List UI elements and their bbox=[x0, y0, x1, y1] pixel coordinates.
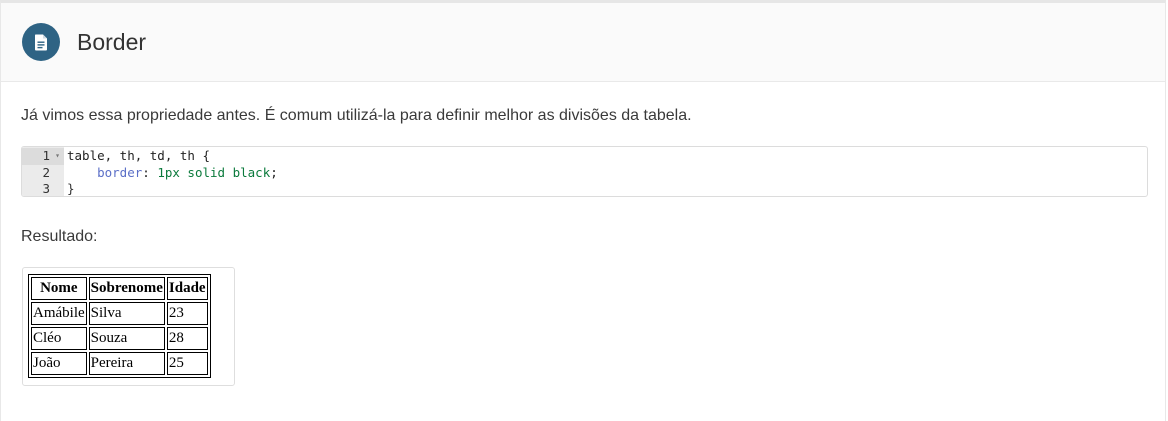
table-cell: 28 bbox=[166, 327, 208, 350]
code-line: table, th, td, th { bbox=[67, 148, 210, 163]
table-cell: João bbox=[31, 352, 87, 375]
section-header: Border bbox=[1, 3, 1165, 82]
table-header-cell: Idade bbox=[166, 277, 208, 300]
result-table: Nome Sobrenome Idade Amábile Silva 23 Cl… bbox=[28, 274, 211, 378]
code-line: } bbox=[67, 181, 75, 196]
code-lines[interactable]: table, th, td, th { border: 1px solid bl… bbox=[64, 147, 1147, 196]
table-cell: Souza bbox=[88, 327, 165, 350]
table-cell: Cléo bbox=[31, 327, 87, 350]
line-number: 2 bbox=[42, 164, 50, 180]
line-number: 3 bbox=[42, 181, 50, 196]
table-cell: 23 bbox=[166, 302, 208, 325]
table-cell: Pereira bbox=[88, 352, 165, 375]
line-number: 1 ▾ bbox=[22, 148, 64, 165]
page-frame: Border Já vimos essa propriedade antes. … bbox=[0, 0, 1166, 421]
table-header-row: Nome Sobrenome Idade bbox=[31, 277, 208, 300]
code-line: border: 1px solid black; bbox=[97, 164, 278, 180]
table-row: João Pereira 25 bbox=[31, 352, 208, 375]
table-header-cell: Sobrenome bbox=[88, 277, 165, 300]
intro-text: Já vimos essa propriedade antes. É comum… bbox=[21, 107, 692, 124]
table-row: Cléo Souza 28 bbox=[31, 327, 208, 350]
document-icon bbox=[22, 23, 60, 61]
code-editor[interactable]: 1 ▾ 2 3 table, th, td, th { border: 1px s… bbox=[21, 146, 1148, 197]
table-cell: Amábile bbox=[31, 302, 87, 325]
table-row: Amábile Silva 23 bbox=[31, 302, 208, 325]
table-header-cell: Nome bbox=[31, 277, 87, 300]
result-preview: Nome Sobrenome Idade Amábile Silva 23 Cl… bbox=[22, 267, 235, 386]
line-number-gutter: 1 ▾ 2 3 bbox=[22, 147, 64, 196]
table-cell: 25 bbox=[166, 352, 208, 375]
result-label: Resultado: bbox=[21, 228, 98, 245]
fold-arrow-icon[interactable]: ▾ bbox=[55, 148, 60, 165]
page-title: Border bbox=[77, 28, 147, 55]
table-cell: Silva bbox=[88, 302, 165, 325]
